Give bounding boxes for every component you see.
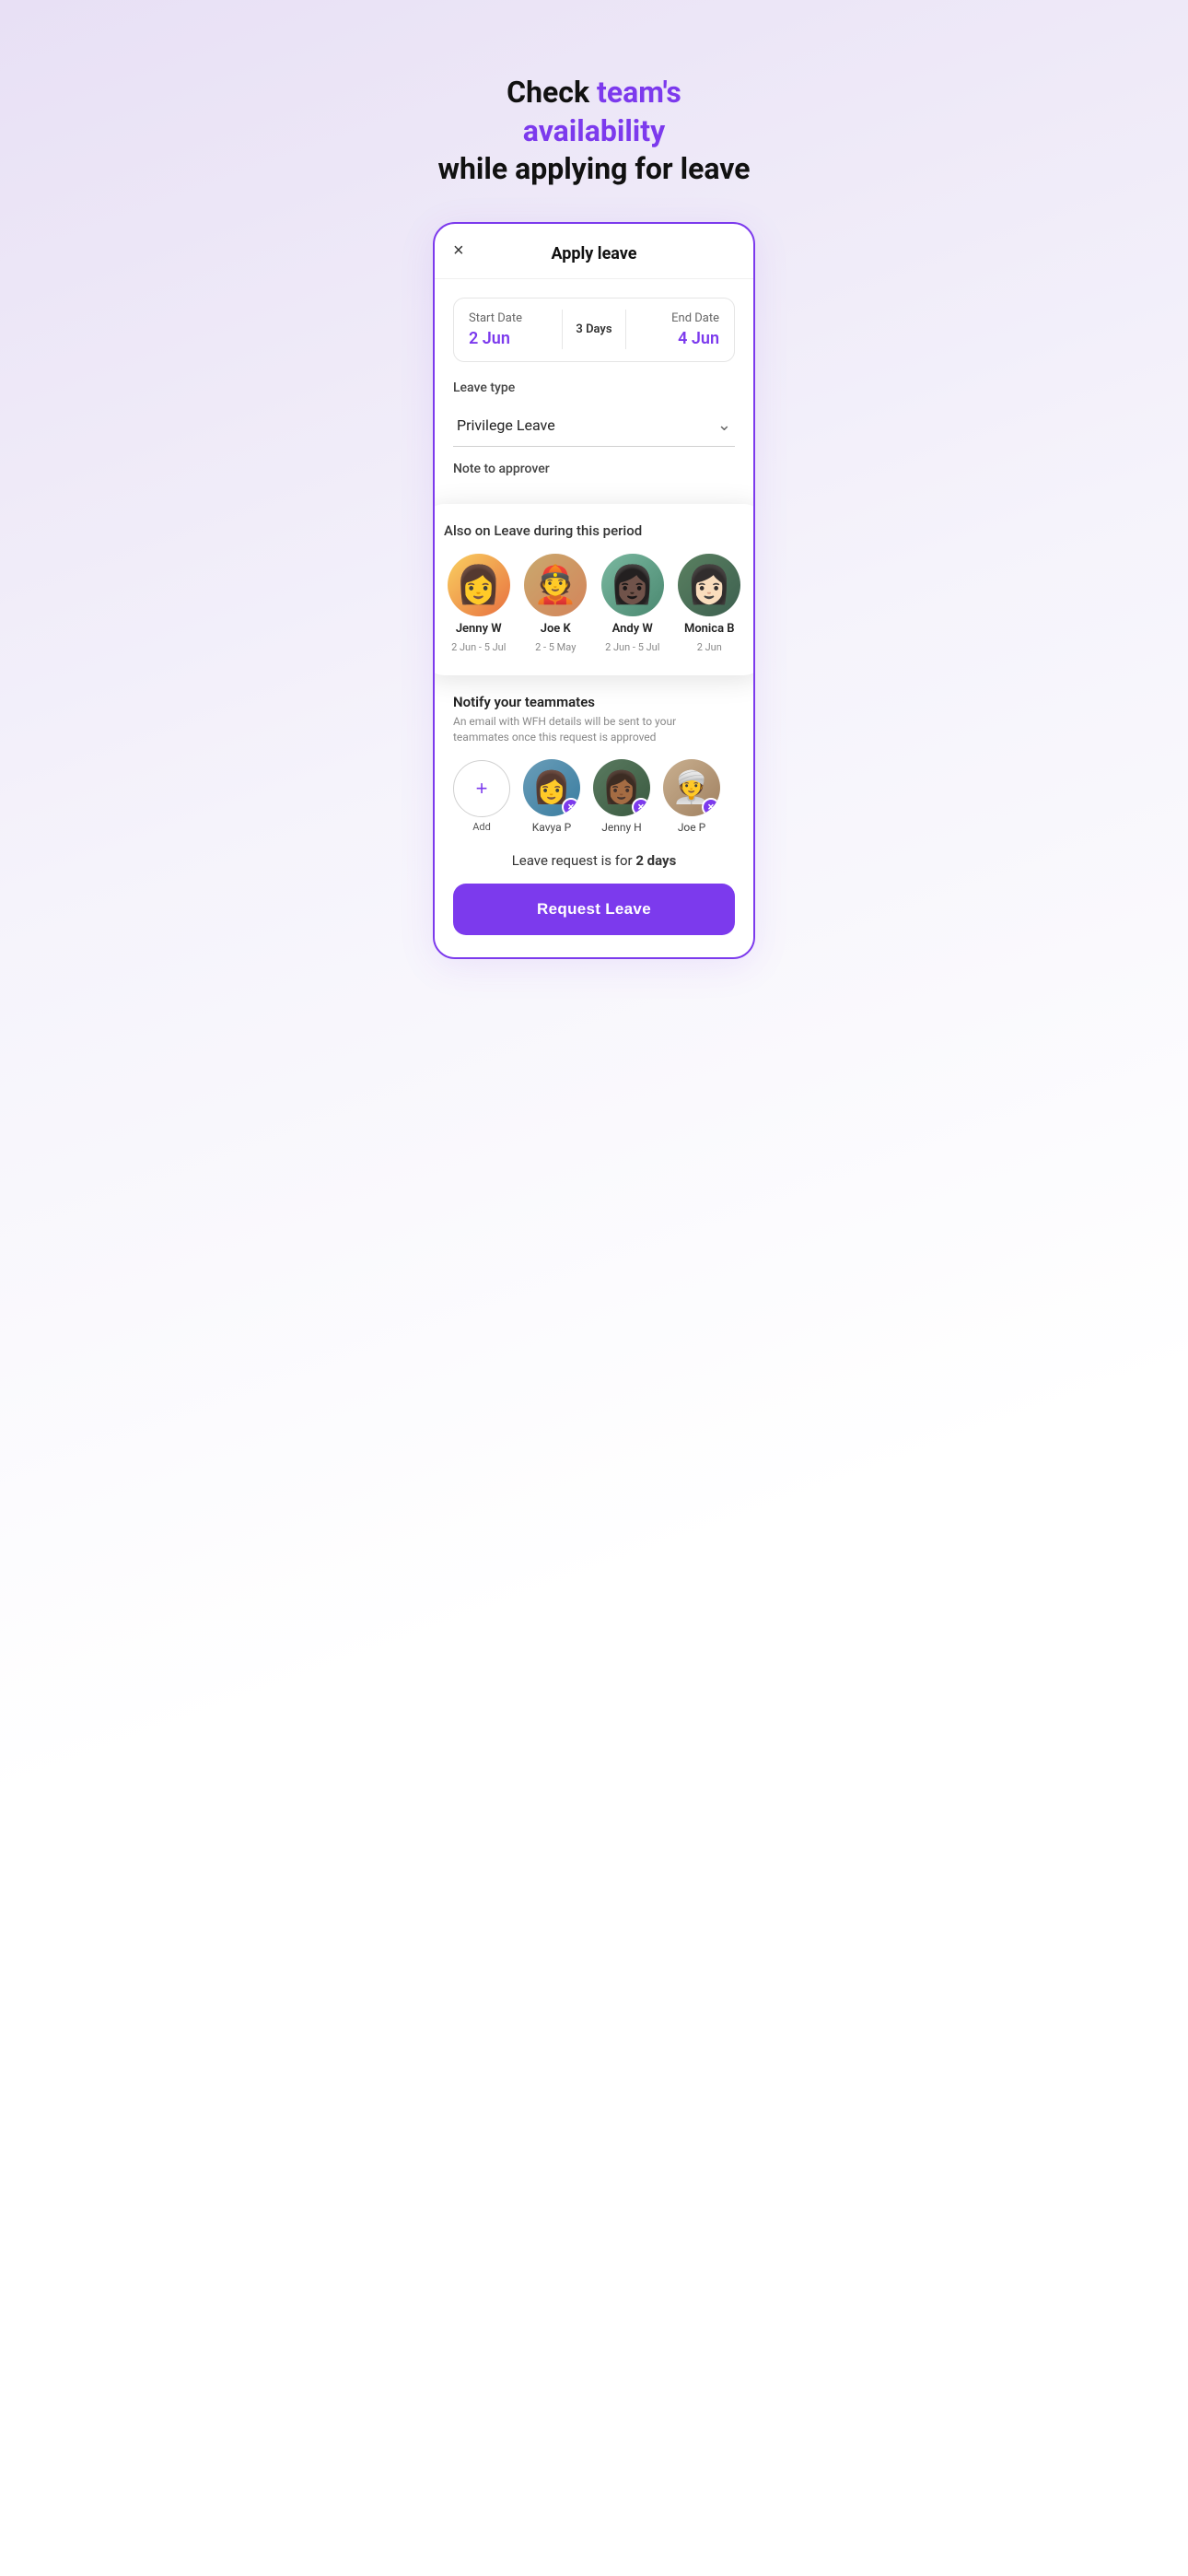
teammate-monica-b: 👩🏻 Monica B 2 Jun: [675, 554, 745, 653]
leave-summary: Leave request is for 2 days: [453, 852, 735, 869]
start-date-label: Start Date: [469, 311, 547, 325]
leave-days-count: 2 days: [635, 852, 676, 869]
notify-person-name-kavya: Kavya P: [532, 821, 571, 834]
notify-title: Notify your teammates: [453, 694, 735, 710]
notify-person-name-jenny-h: Jenny H: [601, 821, 641, 834]
teammate-name-andy-w: Andy W: [612, 622, 653, 636]
add-btn-circle[interactable]: +: [453, 760, 510, 817]
remove-joe-p-button[interactable]: ×: [702, 798, 720, 816]
remove-kavya-button[interactable]: ×: [562, 798, 580, 816]
teammate-name-jenny-w: Jenny W: [456, 622, 502, 636]
avatar-jenny-w: 👩: [448, 554, 510, 616]
leave-type-value: Privilege Leave: [457, 416, 555, 434]
days-badge: 3 Days: [562, 310, 625, 349]
avatar-joe-k-emoji: 👲: [532, 563, 578, 606]
teammate-dates-jenny-w: 2 Jun - 5 Jul: [451, 641, 506, 653]
teammates-row: 👩 Jenny W 2 Jun - 5 Jul 👲 Joe K 2 - 5 Ma…: [444, 554, 744, 653]
teammate-dates-monica-b: 2 Jun: [697, 641, 722, 653]
avatar-jenny-w-emoji: 👩: [456, 563, 502, 606]
avatar-andy-w-emoji: 👩🏿: [610, 563, 656, 606]
notify-avatars-row: + Add 👩 × Kavya P: [453, 759, 735, 834]
teammate-dates-joe-k: 2 - 5 May: [535, 641, 576, 653]
avatar-monica-b: 👩🏻: [678, 554, 740, 616]
start-date-field[interactable]: Start Date 2 Jun: [454, 299, 562, 361]
teammate-dates-andy-w: 2 Jun - 5 Jul: [605, 641, 659, 653]
date-range-selector[interactable]: Start Date 2 Jun 3 Days End Date 4 Jun: [453, 298, 735, 362]
add-teammate-button[interactable]: + Add: [453, 760, 510, 833]
chevron-down-icon: ⌄: [717, 416, 731, 435]
leave-type-section: Leave type Privilege Leave ⌄: [453, 381, 735, 447]
add-plus-icon: +: [476, 779, 488, 799]
modal-header: × Apply leave: [435, 224, 753, 279]
add-label: Add: [472, 821, 491, 833]
teammate-jenny-w: 👩 Jenny W 2 Jun - 5 Jul: [444, 554, 514, 653]
end-date-field[interactable]: End Date 4 Jun: [626, 299, 734, 361]
notify-desc: An email with WFH details will be sent t…: [453, 714, 735, 745]
teammate-andy-w: 👩🏿 Andy W 2 Jun - 5 Jul: [598, 554, 668, 653]
request-leave-button[interactable]: Request Leave: [453, 884, 735, 935]
end-date-value: 4 Jun: [641, 329, 719, 348]
teammate-name-monica-b: Monica B: [684, 622, 735, 636]
avatar-andy-w: 👩🏿: [601, 554, 664, 616]
notify-person-joe-p: 👳‍♀️ × Joe P: [663, 759, 720, 834]
bottom-section: Notify your teammates An email with WFH …: [435, 675, 753, 958]
also-on-leave-card: Also on Leave during this period 👩 Jenny…: [433, 504, 755, 675]
avatar-monica-b-emoji: 👩🏻: [686, 563, 732, 606]
also-on-leave-title: Also on Leave during this period: [444, 522, 744, 539]
notify-person-name-joe-p: Joe P: [678, 821, 705, 834]
remove-jenny-h-button[interactable]: ×: [632, 798, 650, 816]
hero-title: Check team's availability while applying…: [433, 74, 755, 189]
hero-section: Check team's availability while applying…: [433, 55, 755, 189]
hero-line2: while applying for leave: [437, 151, 750, 186]
leave-summary-prefix: Leave request is for: [512, 852, 636, 869]
teammate-name-joe-k: Joe K: [541, 622, 571, 636]
apply-leave-modal: × Apply leave Start Date 2 Jun 3 Days En…: [433, 222, 755, 960]
avatar-kavya: 👩 ×: [523, 759, 580, 816]
phone-container: Check team's availability while applying…: [414, 0, 774, 996]
note-section: Note to approver: [453, 462, 735, 504]
avatar-joe-k: 👲: [524, 554, 587, 616]
avatar-jenny-h: 👩🏾 ×: [593, 759, 650, 816]
avatar-joe-p: 👳‍♀️ ×: [663, 759, 720, 816]
close-button[interactable]: ×: [453, 241, 464, 260]
teammate-joe-k: 👲 Joe K 2 - 5 May: [521, 554, 591, 653]
notify-person-kavya: 👩 × Kavya P: [523, 759, 580, 834]
hero-plain-text: Check: [507, 75, 597, 110]
leave-type-label: Leave type: [453, 381, 735, 395]
note-label: Note to approver: [453, 462, 735, 476]
end-date-label: End Date: [641, 311, 719, 325]
modal-title: Apply leave: [551, 244, 636, 263]
notify-person-jenny-h: 👩🏾 × Jenny H: [593, 759, 650, 834]
modal-body: Start Date 2 Jun 3 Days End Date 4 Jun L…: [435, 279, 753, 504]
leave-type-dropdown[interactable]: Privilege Leave ⌄: [453, 404, 735, 447]
start-date-value: 2 Jun: [469, 329, 547, 348]
